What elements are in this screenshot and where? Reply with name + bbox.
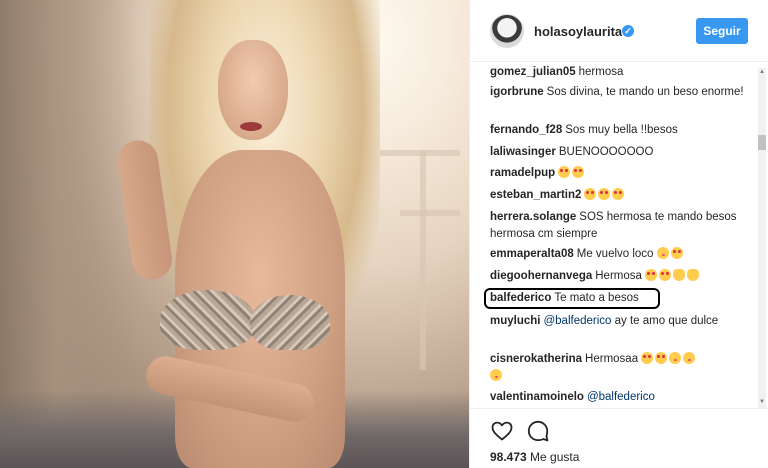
kiss-emoji-icon xyxy=(669,352,682,364)
comment-item: esteban_martin2 xyxy=(490,187,750,204)
comment-text: Sos muy bella !!besos xyxy=(565,124,678,136)
heart-eyes-emoji-icon xyxy=(641,352,654,364)
cat-emoji-icon xyxy=(687,269,700,281)
heart-eyes-emoji-icon xyxy=(572,166,585,178)
comments-list[interactable]: gomez_julian05 hermosa igorbrune Sos divin… xyxy=(470,62,768,408)
comment-item: muyluchi @balfederico ay te amo que dulce xyxy=(490,313,750,330)
comment-item: diegoohernanvega Hermosa xyxy=(490,268,750,285)
post-sidebar: holasoylaurita ✓ Seguir gomez_julian05 he… xyxy=(469,0,768,468)
comment-text: Sos divina, te mando un beso enorme! xyxy=(546,86,744,98)
comments-scrollbar-thumb[interactable] xyxy=(758,135,766,150)
avatar[interactable] xyxy=(490,14,524,48)
post-actions: 98.473 Me gusta xyxy=(470,408,768,468)
photo-bikini-left xyxy=(160,290,255,350)
comment-username[interactable]: herrera.solange xyxy=(490,211,576,223)
scroll-down-arrow-icon[interactable]: ▼ xyxy=(758,398,766,406)
heart-eyes-emoji-icon xyxy=(598,188,611,200)
comment-text: hermosa xyxy=(578,66,624,78)
comment-username[interactable]: cisnerokatherina xyxy=(490,353,582,365)
post-header: holasoylaurita ✓ Seguir xyxy=(470,0,768,62)
comment-item: cisnerokatherina Hermosaa xyxy=(490,351,750,385)
heart-icon[interactable] xyxy=(490,419,514,443)
heart-eyes-emoji-icon xyxy=(558,166,571,178)
comment-username[interactable]: balfederico xyxy=(490,292,551,304)
kiss-emoji-icon xyxy=(656,247,669,259)
comment-item: igorbrune Sos divina, te mando un beso en… xyxy=(490,84,750,101)
comment-text: ay te amo que dulce xyxy=(614,315,719,327)
comment-item: balfederico Te mato a besos xyxy=(490,290,750,307)
comment-text: BUENOOOOOOO xyxy=(558,146,654,158)
comment-item: laliwasinger BUENOOOOOOO xyxy=(490,144,750,161)
comment-username[interactable]: valentinamoinelo xyxy=(490,391,584,403)
post-username[interactable]: holasoylaurita xyxy=(534,24,622,39)
heart-eyes-emoji-icon xyxy=(659,269,672,281)
cat-emoji-icon xyxy=(673,269,686,281)
kiss-emoji-icon xyxy=(490,369,502,381)
comment-username[interactable]: muyluchi xyxy=(490,315,540,327)
comment-username[interactable]: igorbrune xyxy=(490,86,544,98)
heart-eyes-emoji-icon xyxy=(645,269,658,281)
heart-eyes-emoji-icon xyxy=(670,247,683,259)
comment-username[interactable]: ramadelpup xyxy=(490,167,555,179)
comment-username[interactable]: diegoohernanvega xyxy=(490,270,592,282)
heart-eyes-emoji-icon xyxy=(655,352,668,364)
verified-badge-icon: ✓ xyxy=(622,25,634,37)
heart-eyes-emoji-icon xyxy=(612,188,625,200)
scroll-up-arrow-icon[interactable]: ▲ xyxy=(758,68,766,76)
post-photo[interactable] xyxy=(0,0,469,468)
comment-username[interactable]: laliwasinger xyxy=(490,146,556,158)
photo-lips xyxy=(240,122,262,131)
comment-username[interactable]: fernando_f28 xyxy=(490,124,562,136)
comment-item: herrera.solange SOS hermosa te mando beso… xyxy=(490,209,750,243)
comment-mention[interactable]: @balfederico xyxy=(587,391,655,403)
comment-item: ramadelpup xyxy=(490,165,750,182)
comment-item: gomez_julian05 hermosa xyxy=(490,64,750,81)
comment-item: valentinamoinelo @balfederico xyxy=(490,389,750,406)
heart-eyes-emoji-icon xyxy=(584,188,597,200)
comment-mention[interactable]: @balfederico xyxy=(543,315,611,327)
follow-button[interactable]: Seguir xyxy=(696,18,748,44)
comment-icon[interactable] xyxy=(526,419,550,443)
photo-rail xyxy=(400,210,460,216)
likes-label: Me gusta xyxy=(530,450,580,464)
comment-item: emmaperalta08 Me vuelvo loco xyxy=(490,246,750,263)
comment-text: Hermosa xyxy=(595,270,642,282)
kiss-emoji-icon xyxy=(683,352,696,364)
comment-username[interactable]: esteban_martin2 xyxy=(490,189,581,201)
comment-text: Hermosaa xyxy=(585,353,639,365)
photo-rail xyxy=(420,150,426,370)
comment-username[interactable]: emmaperalta08 xyxy=(490,248,574,260)
comment-username[interactable]: gomez_julian05 xyxy=(490,66,576,78)
likes-number: 98.473 xyxy=(490,450,527,464)
likes-count[interactable]: 98.473 Me gusta xyxy=(490,450,579,464)
comments-scrollbar[interactable] xyxy=(758,68,766,408)
comment-text: Te mato a besos xyxy=(554,292,639,304)
photo-bikini-right xyxy=(250,295,330,350)
comment-text: Me vuelvo loco xyxy=(576,248,654,260)
comment-item: fernando_f28 Sos muy bella !!besos xyxy=(490,122,750,139)
